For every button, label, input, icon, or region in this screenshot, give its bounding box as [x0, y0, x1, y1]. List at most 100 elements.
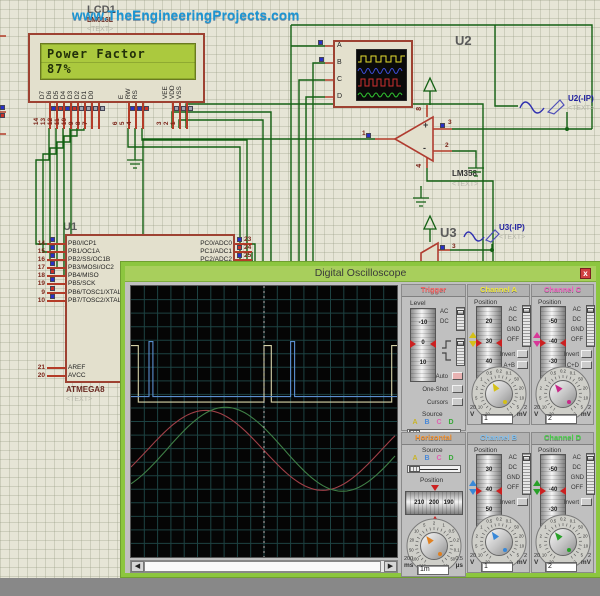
scope-input-C: C: [337, 76, 342, 84]
scrollbar-thumb[interactable]: [144, 561, 381, 572]
svg-text:0.1: 0.1: [570, 371, 576, 376]
channel-a-coupling-toggle[interactable]: [522, 305, 531, 347]
u1-pin-name: PB1/OC1A: [68, 248, 100, 255]
state-square: [237, 245, 242, 250]
u1-pin-number: 19: [32, 280, 45, 287]
channel-d-invert-button[interactable]: [581, 498, 592, 506]
channel-d-coupling-toggle[interactable]: [586, 453, 595, 495]
svg-text:20: 20: [583, 534, 588, 539]
svg-text:20: 20: [519, 534, 524, 539]
lcd-line1: Power Factor: [47, 48, 146, 61]
trigger-ac-label: AC: [440, 309, 448, 316]
u1-pin-name: PC1/ADC1: [152, 248, 232, 255]
channel-c-coupling-toggle[interactable]: [586, 305, 595, 347]
u1-pin-number: 14: [32, 240, 45, 247]
scroll-left-icon[interactable]: ◀: [131, 561, 144, 572]
proteus-workspace: www.TheEngineeringProjects.com LCD1 LM01…: [0, 0, 600, 578]
trigger-oneshot-button[interactable]: [452, 385, 463, 393]
state-square: [319, 57, 324, 62]
svg-text:0.1: 0.1: [506, 371, 512, 376]
u2-probe-icon[interactable]: [518, 96, 568, 118]
state-square: [440, 245, 445, 250]
u1-pin-name: PC0/ADC0: [152, 240, 232, 247]
lcd-line2: 87%: [47, 63, 72, 76]
u3-pin3-num: 3: [452, 243, 456, 250]
state-square: [100, 106, 105, 111]
svg-text:50: 50: [409, 548, 414, 553]
state-square: [237, 253, 242, 258]
u1-pin-name: PB4/MISO: [68, 272, 99, 279]
u1-pin-stub: [47, 367, 65, 369]
scope-component-screen: [356, 49, 407, 101]
channel-a-invert-button[interactable]: [517, 350, 528, 358]
state-square: [50, 237, 55, 242]
u1-pin-number: 10: [32, 297, 45, 304]
svg-text:50: 50: [578, 377, 583, 382]
state-square: [440, 123, 445, 128]
source-channel-A: A: [409, 419, 421, 427]
horizontal-panel: Horizontal Source ABCD Position 210 200 …: [401, 432, 466, 577]
u1-pin-name: PB0/ICP1: [68, 240, 97, 247]
u1-pin-name: PB7/TOSC2/XTAL2: [68, 297, 125, 304]
u2-pin4-num: 4: [416, 164, 424, 168]
channel-d-header: Channel D: [544, 433, 581, 442]
svg-text:10: 10: [542, 553, 547, 558]
trigger-edge-toggle[interactable]: [456, 338, 465, 366]
svg-text:0.5: 0.5: [550, 519, 556, 524]
svg-text:0.1: 0.1: [454, 548, 460, 553]
svg-text:20: 20: [409, 538, 414, 543]
lcd-pin-number: 7: [82, 122, 89, 126]
svg-text:10: 10: [519, 396, 524, 401]
svg-text:0.2: 0.2: [496, 369, 502, 374]
u2-probe-label: U2(-IP): [568, 95, 594, 104]
display-scrollbar[interactable]: ◀ ▶: [130, 560, 398, 573]
channel-c-panel: Channel C Position -50 -40 -30 AC DC GND…: [531, 284, 594, 425]
svg-text:10: 10: [414, 529, 419, 534]
u1-pin-stub: [47, 300, 65, 302]
u1-pin-stub: [47, 375, 65, 377]
channel-c-invert-button[interactable]: [581, 350, 592, 358]
horizontal-position-label: Position: [420, 477, 443, 484]
u2-plus-sign: +: [423, 121, 428, 131]
trigger-level-slider[interactable]: -10 0 10: [410, 308, 436, 382]
lcd-pin-number: 1: [170, 122, 177, 126]
u1-pin-number: 25: [244, 252, 251, 259]
trigger-coupling-toggle[interactable]: [456, 307, 465, 331]
u2-minus-sign: -: [423, 144, 426, 154]
svg-text:10: 10: [478, 553, 483, 558]
horizontal-source-slider[interactable]: [407, 465, 461, 473]
trigger-dc-label: DC: [440, 319, 449, 326]
svg-text:0.5: 0.5: [550, 371, 556, 376]
channel-b-invert-button[interactable]: [517, 498, 528, 506]
state-square: [50, 277, 55, 282]
u3-probe-icon[interactable]: [462, 226, 502, 246]
u1-pin-number: 23: [244, 236, 251, 243]
horizontal-left-scale: 200ms: [404, 556, 413, 569]
state-square: [50, 286, 55, 291]
scroll-right-icon[interactable]: ▶: [384, 561, 397, 572]
horizontal-position-dial[interactable]: 210 200 190: [405, 491, 463, 515]
svg-text:0.2: 0.2: [496, 517, 502, 522]
svg-text:50: 50: [578, 525, 583, 530]
trigger-auto-button[interactable]: [452, 372, 463, 380]
svg-text:50: 50: [514, 377, 519, 382]
u3-probe-placeholder: <TEXT>: [499, 234, 525, 242]
oscilloscope-component[interactable]: [333, 40, 413, 108]
lcd-screen: Power Factor 87%: [40, 43, 196, 80]
svg-text:10: 10: [583, 544, 588, 549]
close-icon[interactable]: x: [580, 268, 591, 279]
svg-text:0.2: 0.2: [560, 517, 566, 522]
svg-text:0.5: 0.5: [449, 529, 455, 534]
state-square: [144, 106, 149, 111]
u1-pin-number: 24: [244, 244, 251, 251]
trigger-oneshot-label: One-Shot: [422, 387, 448, 394]
source-channel-C: C: [433, 455, 445, 463]
state-square: [0, 113, 5, 118]
scope-input-B: B: [337, 59, 342, 67]
trigger-cursors-button[interactable]: [452, 398, 463, 406]
horizontal-header: Horizontal: [402, 433, 465, 445]
svg-text:0.2: 0.2: [453, 538, 459, 543]
trigger-level-label: Level: [410, 300, 426, 307]
oscilloscope-window-titlebar[interactable]: Digital Oscilloscope: [125, 266, 596, 282]
channel-b-coupling-toggle[interactable]: [522, 453, 531, 495]
